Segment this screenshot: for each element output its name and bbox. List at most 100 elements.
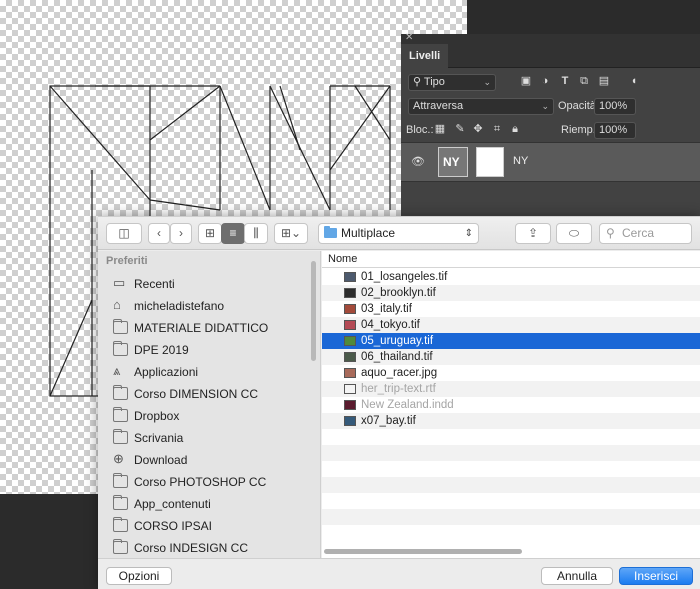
sidebar-item[interactable]: Corso INDESIGN CC [98,537,308,558]
list-view-button[interactable]: ≡ [221,223,245,244]
sidebar-scrollbar[interactable] [311,261,316,361]
sidebar-item[interactable]: ⌂ micheladistefano [98,295,308,317]
sidebar-item[interactable]: CORSO IPSAI [98,515,308,537]
file-row[interactable]: 02_brooklyn.tif [322,285,700,301]
close-icon[interactable]: ✕ [405,32,413,43]
group-icon: ⊞⌄ [280,226,302,240]
panel-titlebar: ✕ [401,32,700,44]
folder-icon [113,385,128,400]
chevron-updown-icon: ⇕ [464,228,473,239]
download-icon: ⊕ [113,451,124,466]
folder-icon [324,226,337,238]
lock-label: Bloc.: [406,124,434,136]
sidebar-item-label: Corso PHOTOSHOP CC [134,475,267,489]
folder-icon [113,407,128,422]
layer-row-ny[interactable]: 👁︎ NY NY [401,142,700,182]
lock-transparent-icon[interactable]: ▦ [433,122,447,136]
shape-filter-icon[interactable]: ⧉ [577,74,591,88]
empty-row [322,445,700,461]
file-row[interactable]: 01_losangeles.tif [322,269,700,285]
filter-type-select[interactable]: ⚲ Tipo ⌄ [408,74,496,91]
sidebar-item[interactable]: Corso DIMENSION CC [98,383,308,405]
sidebar-item[interactable]: ⩓ Applicazioni [98,361,308,383]
search-icon: ⚲ [606,226,615,240]
file-row[interactable]: her_trip-text.rtf [322,381,700,397]
file-thumbnail-icon [344,352,356,362]
sidebar-item-label: Corso DIMENSION CC [134,387,259,401]
file-thumbnail-icon [344,320,356,330]
sidebar-item[interactable]: Dropbox [98,405,308,427]
file-row[interactable]: 04_tokyo.tif [322,317,700,333]
icon-view-button[interactable]: ⊞ [198,223,222,244]
sidebar-item-label: Download [134,453,188,467]
fill-field[interactable]: 100% [594,122,636,139]
folder-icon [113,539,128,554]
tag-button[interactable]: ⬭ [556,223,592,244]
file-row[interactable]: x07_bay.tif [322,413,700,429]
blend-mode-select[interactable]: Attraversa ⌄ [408,98,554,115]
sidebar-icon: ◫ [118,226,130,240]
sidebar-item-label: App_contenuti [134,497,211,511]
file-row[interactable]: 03_italy.tif [322,301,700,317]
favorites-sidebar: Preferiti ▭ Recenti ⌂ micheladistefano MATER… [98,251,321,558]
sidebar-item-label: Scrivania [134,431,184,445]
opacity-field[interactable]: 100% [594,98,636,115]
file-thumbnail-icon [344,400,356,410]
folder-icon [113,473,128,488]
file-row[interactable]: aquo_racer.jpg [322,365,700,381]
search-field[interactable]: ⚲ Cerca [599,223,692,244]
file-row[interactable]: 05_uruguay.tif [322,333,700,349]
thumbnail-text: NY [443,155,460,169]
filter-toggle-icon[interactable]: ◖ [627,74,641,88]
lock-artboard-icon[interactable]: ⌗ [490,122,504,136]
tab-layers[interactable]: Livelli [401,44,449,68]
group-button[interactable]: ⊞⌄ [274,223,308,244]
lock-brush-icon[interactable]: ✎ [453,122,467,136]
horizontal-scrollbar[interactable] [324,549,522,554]
folder-icon [113,495,128,510]
share-button[interactable]: ⇪ [515,223,551,244]
sidebar-item-label: MATERIALE DIDATTICO [134,321,269,335]
sidebar-item[interactable]: DPE 2019 [98,339,308,361]
sidebar-toggle-button[interactable]: ◫ [106,223,142,244]
adjustment-filter-icon[interactable]: ◑ [538,74,552,88]
forward-button[interactable]: › [170,223,192,244]
sidebar-item[interactable]: ⊕ Download [98,449,308,471]
file-name: 05_uruguay.tif [361,335,434,347]
sidebar-item[interactable]: App_contenuti [98,493,308,515]
empty-row [322,509,700,525]
applications-icon: ⩓ [113,363,121,378]
column-header-name[interactable]: Nome [322,251,700,268]
file-name: 03_italy.tif [361,303,412,315]
empty-row [322,429,700,445]
sidebar-item[interactable]: Corso PHOTOSHOP CC [98,471,308,493]
back-button[interactable]: ‹ [148,223,170,244]
eye-icon[interactable]: 👁︎ [411,156,425,168]
pixel-filter-icon[interactable]: ▣ [519,74,533,88]
file-row[interactable]: 06_thailand.tif [322,349,700,365]
lock-position-icon[interactable]: ✥ [471,122,485,136]
layer-thumbnail: NY [438,147,468,177]
file-row[interactable]: New Zealand.indd [322,397,700,413]
lock-all-icon[interactable]: 🔒︎ [508,122,522,136]
type-filter-icon[interactable]: T [558,74,572,88]
insert-button[interactable]: Inserisci [619,567,693,585]
options-button[interactable]: Opzioni [106,567,172,585]
filter-row: ⚲ Tipo ⌄ ▣ ◑ T ⧉ ▤ ◖ [401,72,700,94]
empty-row [322,525,700,541]
file-thumbnail-icon [344,416,356,426]
cancel-button[interactable]: Annulla [541,567,613,585]
file-name: New Zealand.indd [361,399,454,411]
sidebar-item-label: CORSO IPSAI [134,519,213,533]
empty-row [322,477,700,493]
lock-row: Bloc.: ▦ ✎ ✥ ⌗ 🔒︎ Riemp.: 100% [401,120,700,142]
smart-object-filter-icon[interactable]: ▤ [597,74,611,88]
folder-icon [113,517,128,532]
file-thumbnail-icon [344,288,356,298]
column-view-button[interactable]: ⫼ [244,223,268,244]
sidebar-item[interactable]: MATERIALE DIDATTICO [98,317,308,339]
sidebar-item[interactable]: ▭ Recenti [98,273,308,295]
location-popup[interactable]: Multiplace ⇕ [318,223,479,244]
sidebar-item[interactable]: Scrivania [98,427,308,449]
recents-icon: ▭ [113,275,126,290]
